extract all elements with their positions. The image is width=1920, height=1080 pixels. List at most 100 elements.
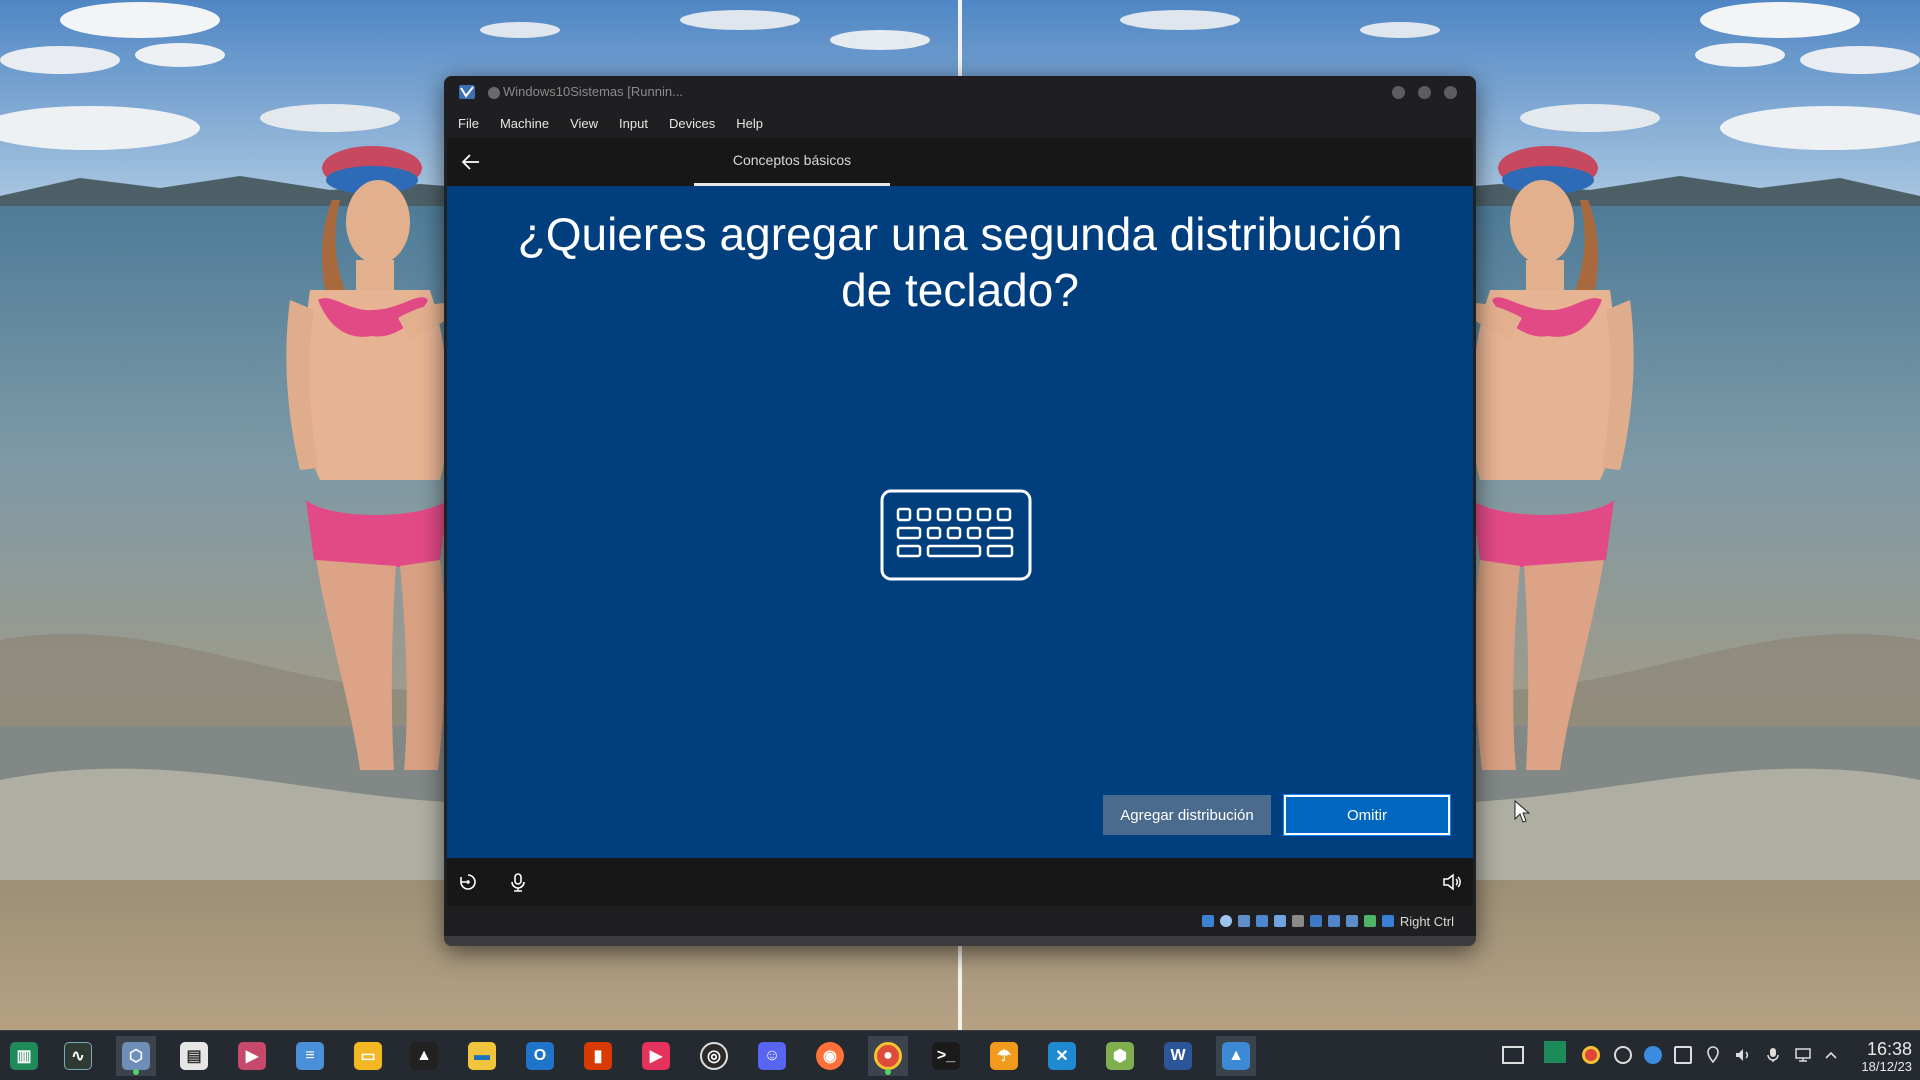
menu-launcher-button[interactable]: ▥ (4, 1036, 44, 1076)
speaker-icon (1736, 1049, 1749, 1061)
usb-icon[interactable] (1273, 915, 1286, 927)
hard-disk-icon[interactable] (1201, 915, 1214, 927)
page-title: ¿Quieres agregar una segunda distribució… (517, 208, 1403, 316)
terminal-button[interactable]: >_ (926, 1036, 966, 1076)
window-titlebar[interactable]: Windows10Sistemas [Runnin... (444, 76, 1476, 108)
system-monitor-button[interactable]: ∿ (58, 1036, 98, 1076)
image-viewer-button[interactable]: ▲ (1216, 1036, 1256, 1076)
obs-studio-icon: ◎ (700, 1042, 728, 1070)
network-tray-icon[interactable] (1794, 1046, 1812, 1064)
file-explorer-button[interactable]: ▬ (462, 1036, 502, 1076)
drive-backup-button[interactable]: ☂ (984, 1036, 1024, 1076)
virtualbox-button[interactable]: ⬡ (116, 1036, 156, 1076)
network-monitor-icon (1795, 1048, 1811, 1062)
network-icon[interactable] (1255, 915, 1268, 927)
menu-help[interactable]: Help (736, 116, 763, 131)
ease-of-access-icon[interactable] (457, 871, 479, 893)
discord-button[interactable]: ☺ (752, 1036, 792, 1076)
video-player-button[interactable]: ▶ (232, 1036, 272, 1076)
optical-drive-icon[interactable] (1219, 915, 1232, 927)
clock-date: 18/12/23 (1861, 1059, 1912, 1074)
clipboard-icon[interactable] (1674, 1046, 1692, 1064)
skip-button[interactable]: Omitir (1283, 794, 1451, 836)
vscode-button[interactable]: ✕ (1042, 1036, 1082, 1076)
vscode-icon: ✕ (1048, 1042, 1076, 1070)
microphone-icon[interactable] (507, 871, 529, 893)
volume-icon[interactable] (1441, 871, 1463, 893)
guest-additions-icon[interactable] (1363, 915, 1376, 927)
outlook-icon: O (526, 1042, 554, 1070)
chrome-button[interactable]: ● (868, 1036, 908, 1076)
location-pin-icon (1707, 1046, 1719, 1064)
close-button[interactable] (1444, 86, 1457, 99)
software-store-button[interactable]: ▤ (174, 1036, 214, 1076)
menu-machine[interactable]: Machine (500, 116, 549, 131)
software-store-icon: ▤ (180, 1042, 208, 1070)
terminal-icon: >_ (932, 1042, 960, 1070)
window-title: Windows10Sistemas [Runnin... (503, 84, 683, 99)
inkscape-icon: ▲ (410, 1042, 438, 1070)
mouse-cursor-icon (1514, 800, 1530, 823)
microphone-tray-icon[interactable] (1764, 1046, 1782, 1064)
virtualbox-icon: ⬡ (122, 1042, 150, 1070)
updates-icon[interactable] (1614, 1046, 1632, 1064)
word-button[interactable]: W (1158, 1036, 1198, 1076)
show-desktop-icon[interactable] (1502, 1046, 1524, 1064)
menu-file[interactable]: File (458, 116, 479, 131)
clock-time: 16:38 (1866, 1039, 1912, 1059)
chrome-icon: ● (874, 1042, 902, 1070)
info-icon[interactable] (1644, 1046, 1662, 1064)
file-manager-button[interactable]: ▭ (348, 1036, 388, 1076)
discord-icon: ☺ (758, 1042, 786, 1070)
maximize-button[interactable] (1418, 86, 1431, 99)
image-viewer-icon: ▲ (1222, 1042, 1250, 1070)
guest-screen[interactable]: Conceptos básicos ¿Quieres agregar una s… (447, 138, 1473, 906)
video-capture-icon[interactable] (1327, 915, 1340, 927)
chrome-tray-icon[interactable] (1582, 1046, 1600, 1064)
back-arrow-icon[interactable] (459, 150, 483, 174)
office-button[interactable]: ▮ (578, 1036, 618, 1076)
launcher-icon: ▥ (10, 1042, 38, 1070)
taskbar-clock[interactable]: 16:38 18/12/23 (1844, 1039, 1912, 1075)
oobe-footer (447, 858, 1473, 906)
mic-icon (1767, 1048, 1779, 1062)
display-icon[interactable] (1309, 915, 1322, 927)
outlook-button[interactable]: O (520, 1036, 560, 1076)
cpu-icon[interactable] (1345, 915, 1358, 927)
minimize-button[interactable] (1392, 86, 1405, 99)
window-bottom-edge (444, 936, 1476, 946)
mouse-integration-icon[interactable] (1381, 915, 1394, 927)
add-layout-button[interactable]: Agregar distribución (1103, 795, 1271, 835)
office-icon: ▮ (584, 1042, 612, 1070)
3d-app-button[interactable]: ⬢ (1100, 1036, 1140, 1076)
firefox-button[interactable]: ◉ (810, 1036, 850, 1076)
3d-cube-icon: ⬢ (1106, 1042, 1134, 1070)
host-key-label: Right Ctrl (1399, 913, 1454, 929)
menu-devices[interactable]: Devices (669, 116, 715, 131)
firefox-icon: ◉ (816, 1042, 844, 1070)
shared-folder-icon[interactable] (1291, 915, 1304, 927)
notes-icon: ≡ (296, 1042, 324, 1070)
volume-tray-icon[interactable] (1734, 1046, 1752, 1064)
tab-underline (694, 183, 890, 186)
chevron-up-icon (1825, 1051, 1837, 1059)
notes-button[interactable]: ≡ (290, 1036, 330, 1076)
vm-menubar: File Machine View Input Devices Help (444, 108, 1476, 138)
inkscape-button[interactable]: ▲ (404, 1036, 444, 1076)
location-icon[interactable] (1704, 1046, 1722, 1064)
drive-backup-icon: ☂ (990, 1042, 1018, 1070)
menu-view[interactable]: View (570, 116, 598, 131)
tray-expand-icon[interactable] (1822, 1046, 1840, 1064)
folder-icon: ▭ (354, 1042, 382, 1070)
menu-input[interactable]: Input (619, 116, 648, 131)
workspace-icon[interactable] (1544, 1041, 1566, 1063)
obs-studio-button[interactable]: ◎ (694, 1036, 734, 1076)
virtualbox-vm-window[interactable]: Windows10Sistemas [Runnin... File Machin… (444, 76, 1476, 946)
keyboard-icon (880, 489, 1032, 581)
virtualbox-app-icon (459, 85, 475, 99)
video-player-icon: ▶ (238, 1042, 266, 1070)
audio-icon[interactable] (1237, 915, 1250, 927)
media-player-button[interactable]: ▶ (636, 1036, 676, 1076)
file-explorer-icon: ▬ (468, 1042, 496, 1070)
taskbar: ▥ ∿ ⬡ ▤ ▶ ≡ ▭ ▲ ▬ O ▮ ▶ ◎ ☺ ◉ ● >_ ☂ ✕ ⬢… (0, 1030, 1920, 1080)
